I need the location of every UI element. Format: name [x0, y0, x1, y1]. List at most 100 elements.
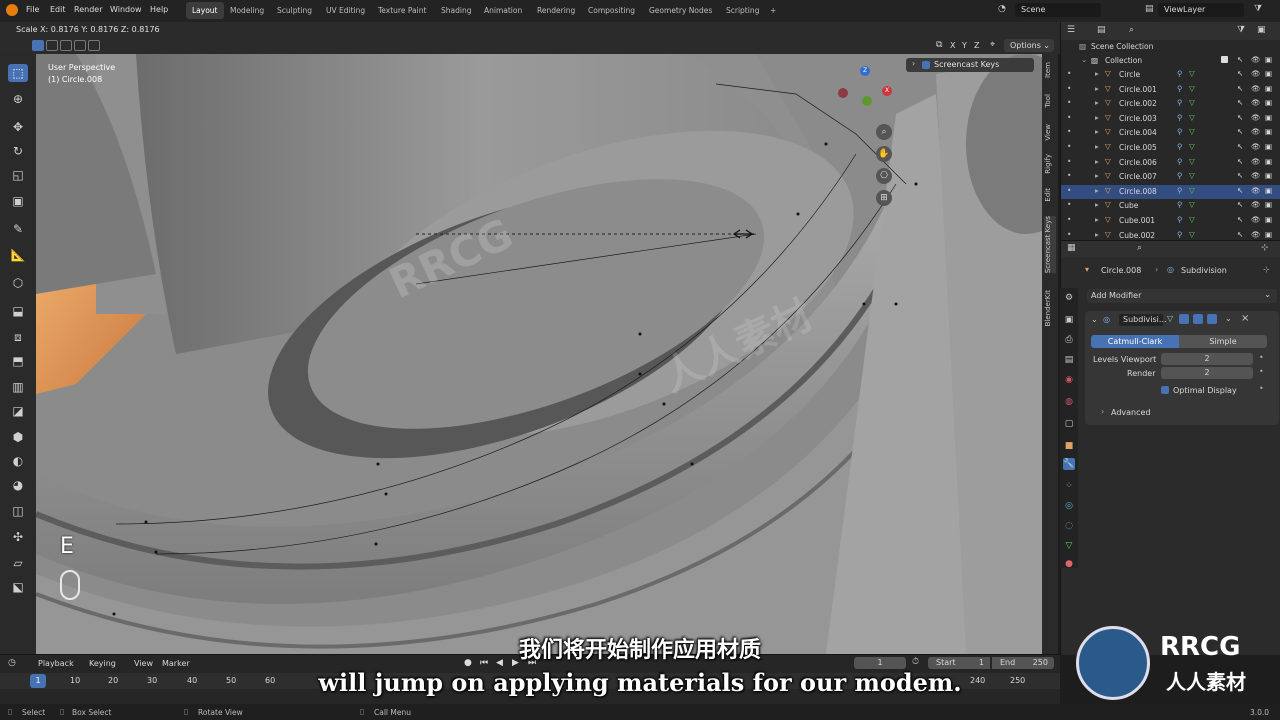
navigation-gizmo[interactable]: Z X [836, 64, 896, 124]
advanced-label[interactable]: Advanced [1111, 408, 1151, 417]
transform-tool-icon[interactable]: ▣ [8, 192, 28, 210]
advanced-chevron-icon[interactable]: › [1101, 407, 1104, 416]
select-arrow-icon[interactable]: ↖ [1237, 200, 1243, 209]
pin-icon[interactable]: ⊹ [1261, 243, 1269, 253]
measure-tool-icon[interactable]: 📐 [8, 246, 28, 264]
cursor-tool-icon[interactable]: ⊕ [8, 90, 28, 108]
shrink-fatten-tool-icon[interactable]: ✣ [8, 528, 28, 546]
tab-edit[interactable]: Edit [1044, 188, 1056, 202]
keyframe-dot-icon[interactable]: • [1259, 367, 1264, 376]
dropdown-chevron-icon[interactable]: ⌄ [1225, 314, 1232, 323]
tab-texture-paint[interactable]: Texture Paint [372, 2, 432, 19]
scene-properties-icon[interactable]: ◉ [1063, 374, 1075, 386]
select-box-tool-icon[interactable]: ⬚ [8, 64, 28, 82]
outliner-object-row[interactable]: • ▸ ▽ Circle.008 ⚲ ▽ ↖ 👁 ▣ [1061, 184, 1280, 199]
scene-icon[interactable]: ◔ [998, 4, 1006, 14]
camera-render-icon[interactable]: ▣ [1265, 157, 1272, 166]
screencast-checkbox[interactable] [922, 61, 930, 69]
camera-icon[interactable]: ⎔ [876, 168, 892, 184]
expand-arrow-icon[interactable]: ▸ [1095, 230, 1099, 239]
eye-icon[interactable]: 👁 [1251, 157, 1261, 166]
tab-screencast-keys[interactable]: Screencast Keys [1044, 216, 1056, 274]
select-arrow-icon[interactable]: ↖ [1237, 171, 1243, 180]
outliner-object-row[interactable]: • ▸ ▽ Circle.001 ⚲ ▽ ↖ 👁 ▣ [1061, 83, 1280, 97]
spin-tool-icon[interactable]: ◐ [8, 452, 28, 470]
select-extend-icon[interactable] [46, 40, 58, 51]
modifier-wrench-icon[interactable]: 🔧 [1063, 458, 1075, 470]
display-mode-icon[interactable]: ▤ [1097, 25, 1106, 35]
expand-arrow-icon[interactable]: ▸ [1095, 84, 1099, 93]
tab-shading[interactable]: Shading [435, 2, 477, 19]
select-arrow-icon[interactable]: ↖ [1237, 215, 1243, 224]
eye-icon[interactable]: 👁 [1251, 230, 1261, 239]
view-layer-properties-icon[interactable]: ▤ [1063, 354, 1075, 366]
filter-funnel-icon[interactable]: ⧩ [1237, 25, 1245, 35]
eye-icon[interactable]: 👁 [1251, 55, 1261, 64]
visibility-dot-icon[interactable]: • [1067, 69, 1071, 78]
axis-y-toggle[interactable]: Y [962, 41, 967, 50]
zoom-icon[interactable]: ⌕ [876, 124, 892, 140]
optimal-display-checkbox[interactable] [1161, 386, 1169, 394]
visibility-dot-icon[interactable]: • [1067, 186, 1071, 195]
menu-edit[interactable]: Edit [50, 5, 66, 14]
gizmo-y-axis[interactable] [862, 96, 872, 106]
view-layer-selector[interactable]: ViewLayer [1158, 3, 1244, 17]
smooth-tool-icon[interactable]: ◕ [8, 476, 28, 494]
select-arrow-icon[interactable]: ↖ [1237, 127, 1243, 136]
select-arrow-icon[interactable]: ↖ [1237, 113, 1243, 122]
tab-view[interactable]: View [1044, 124, 1056, 141]
grid-projection-icon[interactable]: ⊞ [876, 190, 892, 206]
edit-mode-toggle-icon[interactable] [1179, 314, 1189, 324]
axis-x-toggle[interactable]: X [950, 41, 955, 50]
editor-type-icon[interactable]: ☰ [1067, 25, 1075, 35]
camera-render-icon[interactable]: ▣ [1265, 98, 1272, 107]
eye-icon[interactable]: 👁 [1251, 69, 1261, 78]
output-properties-icon[interactable]: ⎙ [1063, 334, 1075, 346]
shear-tool-icon[interactable]: ▱ [8, 554, 28, 572]
tab-scripting[interactable]: Scripting [720, 2, 765, 19]
tab-blenderkit[interactable]: BlenderKit [1044, 290, 1056, 326]
object-properties-icon[interactable]: ■ [1063, 440, 1075, 452]
expand-arrow-icon[interactable]: ▸ [1095, 98, 1099, 107]
collection-row[interactable]: ⌄ ▨ Collection ↖ 👁 ▣ [1061, 54, 1280, 68]
eye-icon[interactable]: 👁 [1251, 200, 1261, 209]
select-arrow-icon[interactable]: ↖ [1237, 98, 1243, 107]
camera-render-icon[interactable]: ▣ [1265, 55, 1272, 64]
scale-tool-icon[interactable]: ◱ [8, 166, 28, 184]
camera-render-icon[interactable]: ▣ [1265, 142, 1272, 151]
eye-icon[interactable]: 👁 [1251, 113, 1261, 122]
modifier-name-field[interactable]: Subdivisi... [1119, 314, 1167, 326]
visibility-dot-icon[interactable]: • [1067, 171, 1071, 180]
eye-icon[interactable]: 👁 [1251, 98, 1261, 107]
select-subtract-icon[interactable] [60, 40, 72, 51]
filter-icon[interactable]: ⧩ [1254, 4, 1262, 14]
camera-render-icon[interactable]: ▣ [1265, 171, 1272, 180]
viewport-toggle-icon[interactable] [1193, 314, 1203, 324]
axis-z-toggle[interactable]: Z [974, 41, 979, 50]
move-tool-icon[interactable]: ✥ [8, 118, 28, 136]
keyframe-dot-icon[interactable]: • [1259, 353, 1264, 362]
tab-rigify[interactable]: Rigify [1044, 154, 1056, 174]
gizmo-neg-x-axis[interactable] [838, 88, 848, 98]
outliner-object-row[interactable]: • ▸ ▽ Circle.005 ⚲ ▽ ↖ 👁 ▣ [1061, 141, 1280, 155]
outliner-object-row[interactable]: • ▸ ▽ Circle.003 ⚲ ▽ ↖ 👁 ▣ [1061, 112, 1280, 126]
catmull-clark-button[interactable]: Catmull-Clark [1091, 335, 1179, 348]
select-arrow-icon[interactable]: ↖ [1237, 230, 1243, 239]
visibility-dot-icon[interactable]: • [1067, 230, 1071, 239]
particles-icon[interactable]: ⁘ [1063, 480, 1075, 492]
simple-button[interactable]: Simple [1179, 335, 1267, 348]
tab-compositing[interactable]: Compositing [582, 2, 641, 19]
expand-arrow-icon[interactable]: ▸ [1095, 186, 1099, 195]
blender-logo-icon[interactable] [6, 4, 18, 16]
tab-animation[interactable]: Animation [478, 2, 528, 19]
select-invert-icon[interactable] [74, 40, 86, 51]
select-arrow-icon[interactable]: ↖ [1237, 84, 1243, 93]
collection-properties-icon[interactable]: ▢ [1063, 418, 1075, 430]
editor-type-icon[interactable]: ▦ [1067, 243, 1076, 253]
select-arrow-icon[interactable]: ↖ [1237, 55, 1243, 64]
physics-icon[interactable]: ◎ [1063, 500, 1075, 512]
camera-render-icon[interactable]: ▣ [1265, 69, 1272, 78]
tool-settings-icon[interactable]: ⚙ [1063, 292, 1075, 304]
visibility-dot-icon[interactable]: • [1067, 200, 1071, 209]
outliner-object-row[interactable]: • ▸ ▽ Circle.007 ⚲ ▽ ↖ 👁 ▣ [1061, 170, 1280, 184]
